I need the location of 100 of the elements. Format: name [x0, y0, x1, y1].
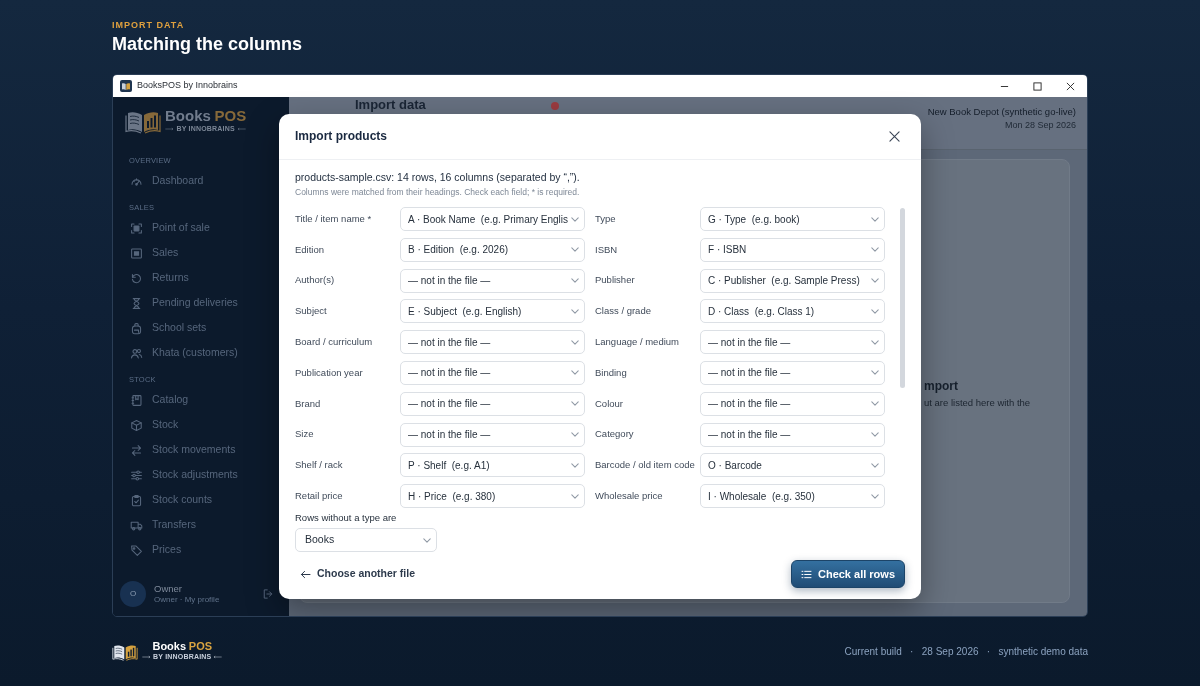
- brand-name: Books: [152, 640, 187, 652]
- column-select[interactable]: H · Price (e.g. 380): [400, 484, 585, 509]
- column-select[interactable]: A · Book Name (e.g. Primary Englis: [400, 207, 585, 231]
- field-label: Title / item name *: [295, 211, 373, 226]
- brand-suffix: POS: [214, 106, 247, 124]
- dialog-title: Import products: [295, 129, 387, 144]
- chevron-down-icon: [571, 493, 579, 499]
- column-select[interactable]: — not in the file —: [700, 330, 885, 355]
- field-label: Colour: [595, 396, 624, 411]
- column-select[interactable]: G · Type (e.g. book): [700, 207, 885, 231]
- user-avatar: O: [120, 581, 146, 607]
- chevron-down-icon: [871, 462, 879, 468]
- column-select[interactable]: — not in the file —: [400, 268, 585, 293]
- column-select[interactable]: O · Barcode: [700, 453, 885, 478]
- chevron-down-icon: [871, 432, 879, 438]
- window-title: BooksPOS by Innobrains: [137, 79, 238, 93]
- field-label: Binding: [595, 365, 628, 380]
- arrow-left-icon: [300, 569, 311, 579]
- arrow-line-icon: [165, 126, 175, 131]
- chevron-down-icon: [871, 401, 879, 407]
- field-label: Category: [595, 427, 635, 442]
- column-select[interactable]: D · Class (e.g. Class 1): [700, 299, 885, 324]
- list-icon: [800, 569, 812, 579]
- scan-frame-icon: [130, 221, 143, 235]
- field-label: ISBN: [595, 242, 619, 257]
- scrollbar-thumb[interactable]: [900, 208, 905, 388]
- close-icon: [888, 131, 900, 142]
- backpack-icon: [130, 321, 143, 335]
- rotate-arrow-icon: [130, 271, 143, 285]
- page-heading: Import data: [355, 98, 426, 112]
- column-select[interactable]: — not in the file —: [400, 330, 585, 355]
- logout-icon[interactable]: [262, 588, 274, 600]
- sliders-icon: [130, 468, 143, 482]
- build-info: Current build · 28 Sep 2026 · synthetic demo data: [844, 644, 1088, 659]
- chevron-down-icon: [571, 278, 579, 284]
- type-select[interactable]: Books: [295, 528, 437, 552]
- column-select[interactable]: F · ISBN: [700, 237, 885, 262]
- chevron-down-icon: [571, 216, 580, 222]
- framed-square-icon: [130, 246, 143, 260]
- field-label: Brand: [295, 396, 322, 411]
- panel-text: ut are listed here with the: [924, 397, 1031, 409]
- user-name: Owner: [154, 583, 182, 595]
- panel-title: mport: [924, 379, 958, 394]
- column-select[interactable]: — not in the file —: [400, 361, 585, 385]
- field-label: Edition: [295, 242, 326, 257]
- field-label: Barcode / old item code: [595, 458, 696, 473]
- notebook-icon: [130, 393, 143, 407]
- field-label: Board / curriculum: [295, 335, 374, 350]
- column-select[interactable]: — not in the file —: [400, 422, 585, 447]
- column-select[interactable]: — not in the file —: [700, 422, 885, 447]
- file-summary: products-sample.csv: 14 rows, 16 columns (separated by “,”).: [295, 170, 580, 184]
- page-title: Matching the columns: [112, 33, 302, 55]
- tag-icon: [130, 543, 143, 557]
- field-label: Wholesale price: [595, 489, 664, 504]
- chevron-down-icon: [871, 216, 879, 222]
- field-label: Publisher: [595, 273, 636, 288]
- field-label: Size: [295, 427, 315, 442]
- field-label: Publication year: [295, 365, 364, 380]
- cube-icon: [130, 418, 143, 432]
- field-label: Language / medium: [595, 335, 680, 350]
- field-label: Type: [595, 211, 617, 226]
- chevron-down-icon: [871, 308, 879, 314]
- clipboard-check-icon: [130, 493, 143, 507]
- field-label: Subject: [295, 304, 328, 319]
- column-select[interactable]: B · Edition (e.g. 2026): [400, 237, 585, 262]
- chevron-down-icon: [571, 247, 579, 253]
- chevron-down-icon: [571, 308, 579, 314]
- brand-name: Books: [165, 106, 211, 124]
- app-icon: [120, 80, 132, 92]
- column-select[interactable]: E · Subject (e.g. English): [400, 299, 585, 324]
- field-label: Author(s): [295, 273, 336, 288]
- maximize-icon: [1033, 81, 1042, 91]
- column-select[interactable]: — not in the file —: [400, 391, 585, 416]
- check-rows-button[interactable]: Check all rows: [791, 560, 905, 588]
- arrow-line-icon: [142, 655, 151, 659]
- field-label: Class / grade: [595, 304, 652, 319]
- column-select[interactable]: — not in the file —: [700, 391, 885, 416]
- column-select[interactable]: — not in the file —: [700, 361, 885, 385]
- chevron-down-icon: [571, 432, 579, 438]
- chevron-down-icon: [871, 339, 879, 345]
- chevron-down-icon: [571, 370, 579, 376]
- column-select[interactable]: P · Shelf (e.g. A1): [400, 453, 585, 478]
- chevron-down-icon: [571, 401, 579, 407]
- arrow-line-icon: [236, 126, 246, 131]
- default-type-label: Rows without a type are: [295, 512, 397, 524]
- people-icon: [130, 346, 143, 360]
- chevron-down-icon: [571, 462, 579, 468]
- chevron-down-icon: [571, 339, 579, 345]
- swap-arrows-icon: [130, 443, 143, 457]
- choose-file-link[interactable]: Choose another file: [300, 566, 415, 582]
- column-select[interactable]: I · Wholesale (e.g. 350): [700, 484, 885, 509]
- field-label: Retail price: [295, 489, 344, 504]
- field-label: Shelf / rack: [295, 458, 344, 473]
- chevron-down-icon: [871, 370, 879, 376]
- close-icon: [1066, 81, 1075, 91]
- notification-dot-icon: [551, 102, 559, 110]
- chevron-down-icon: [871, 493, 879, 499]
- brand-suffix: POS: [188, 640, 213, 652]
- chevron-down-icon: [871, 278, 879, 284]
- column-select[interactable]: C · Publisher (e.g. Sample Press): [700, 268, 885, 293]
